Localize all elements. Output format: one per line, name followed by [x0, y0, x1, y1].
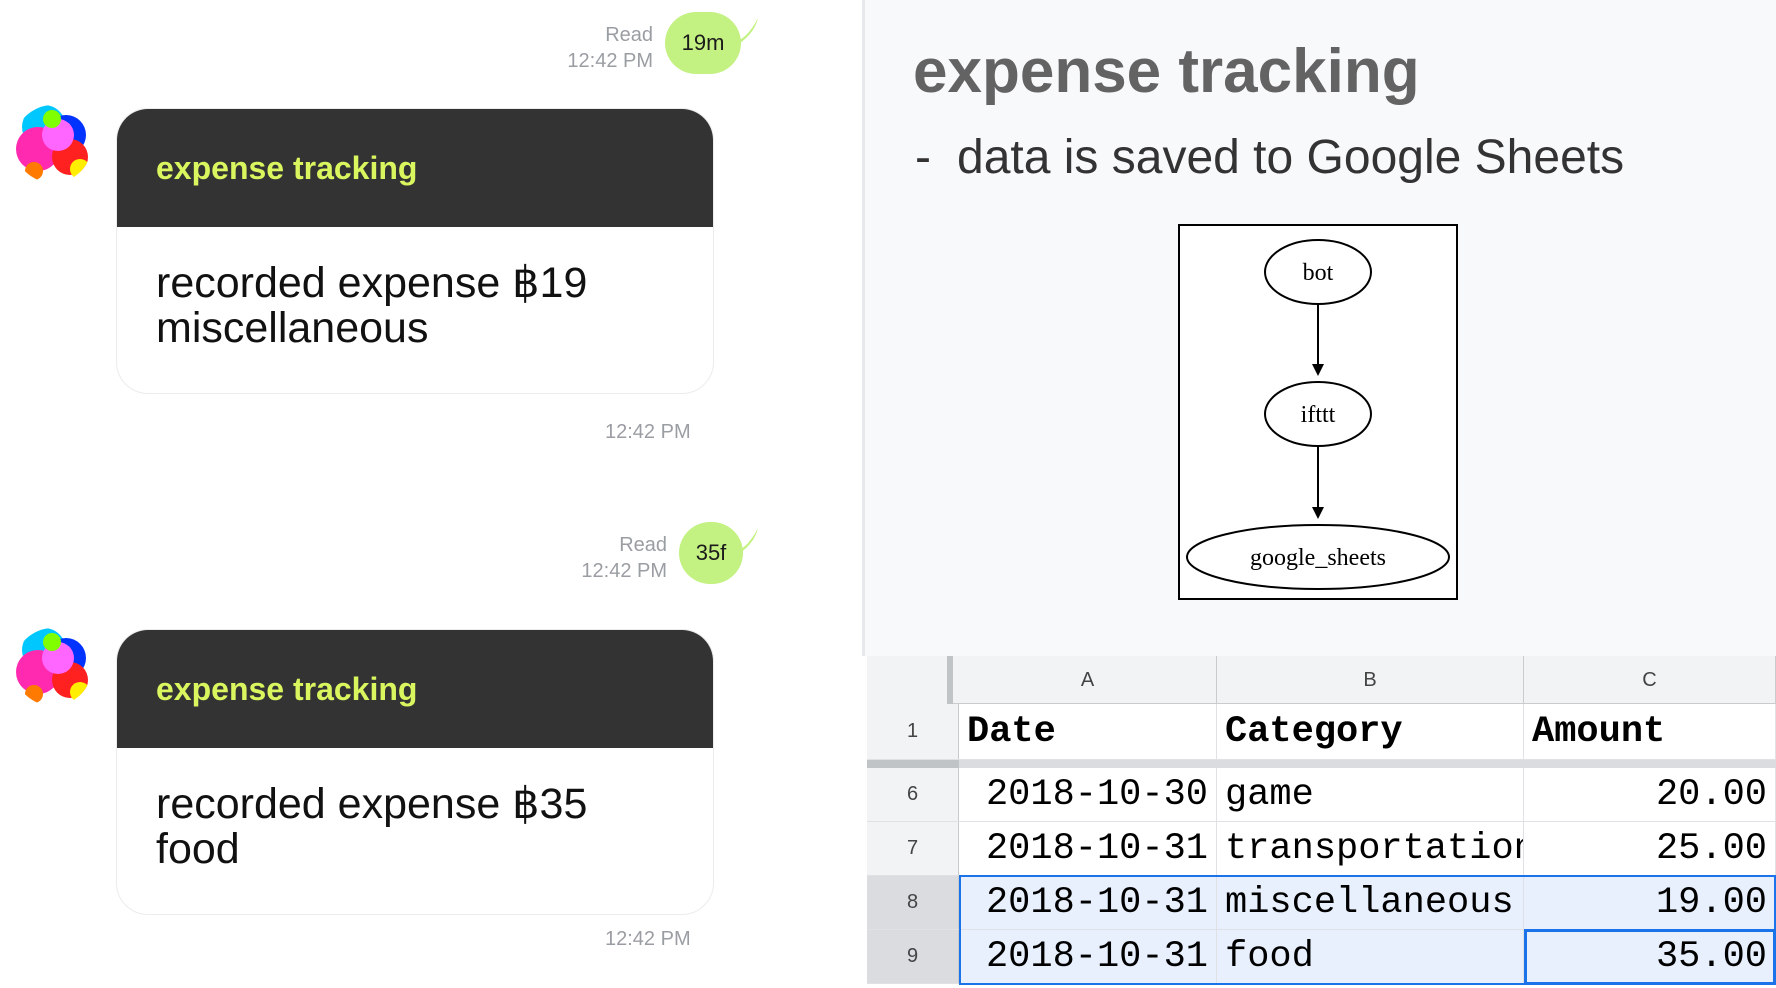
cell[interactable]: Date [959, 704, 1217, 759]
cell[interactable]: transportation [1217, 822, 1524, 875]
cell[interactable]: Category [1217, 704, 1524, 759]
node-label: ifttt [1301, 402, 1336, 428]
cell[interactable]: 2018-10-31 [959, 876, 1217, 929]
message-time: 12:42 PM [605, 421, 691, 443]
cell[interactable]: 20.00 [1524, 768, 1776, 821]
spreadsheet: A B C 1 Date Category Amount 6 2018-10-3… [867, 656, 1776, 988]
cell[interactable]: Amount [1524, 704, 1776, 759]
bubble-tail-icon [728, 18, 758, 48]
row-number[interactable]: 6 [867, 768, 959, 821]
avatar-icon [14, 628, 92, 706]
card-title: expense tracking [156, 149, 418, 186]
table-row: 9 2018-10-31 food 35.00 [867, 930, 1776, 984]
bubble-tail-icon [728, 528, 758, 558]
cell[interactable]: 2018-10-30 [959, 768, 1217, 821]
message-time: 12:42 PM [581, 560, 667, 582]
cell[interactable]: 25.00 [1524, 822, 1776, 875]
card-line: recorded expense ฿19 [156, 259, 588, 307]
message-meta: Read 12:42 PM [560, 22, 653, 74]
row-number[interactable]: 7 [867, 822, 959, 875]
card-body: recorded expense ฿35 food [117, 748, 713, 872]
cell[interactable]: 19.00 [1524, 876, 1776, 929]
table-row: 8 2018-10-31 miscellaneous 19.00 [867, 876, 1776, 930]
slide-bullet: data is saved to Google Sheets [957, 131, 1625, 184]
card-line: recorded expense ฿35 [156, 780, 588, 828]
card-title: expense tracking [156, 670, 418, 707]
table-row: 1 Date Category Amount [867, 704, 1776, 760]
card-line: miscellaneous [156, 304, 429, 352]
message-time: 12:42 PM [567, 50, 653, 72]
flow-diagram: bot ifttt google_sheets [1178, 224, 1458, 600]
freeze-bar[interactable] [867, 760, 959, 768]
sent-text: 35f [695, 540, 727, 565]
chat-panel: Read 12:42 PM 19m expense tracking recor… [0, 0, 862, 988]
cell[interactable]: 2018-10-31 [959, 822, 1217, 875]
bot-avatar[interactable] [14, 628, 92, 706]
row-number[interactable]: 9 [867, 930, 959, 983]
expense-card[interactable]: expense tracking recorded expense ฿19 mi… [116, 108, 714, 394]
read-status: Read [619, 534, 667, 556]
node-label: bot [1303, 260, 1334, 286]
node-label: google_sheets [1250, 545, 1386, 571]
select-all-corner[interactable] [867, 656, 953, 704]
table-row: 7 2018-10-31 transportation 25.00 [867, 822, 1776, 876]
cell[interactable]: 35.00 [1524, 930, 1776, 983]
cell[interactable]: miscellaneous [1217, 876, 1524, 929]
cell[interactable]: 2018-10-31 [959, 930, 1217, 983]
bot-avatar[interactable] [14, 105, 92, 183]
message-meta: Read 12:42 PM [574, 532, 667, 584]
bullet-marker: - [915, 131, 931, 184]
card-header: expense tracking [117, 109, 713, 227]
slide-title: expense tracking [913, 37, 1420, 106]
row-number[interactable]: 1 [867, 704, 959, 759]
sent-text: 19m [681, 30, 725, 55]
card-header: expense tracking [117, 630, 713, 748]
avatar-icon [14, 105, 92, 183]
read-status: Read [605, 24, 653, 46]
card-body: recorded expense ฿19 miscellaneous [117, 227, 713, 351]
column-header-row: A B C [867, 656, 1776, 704]
expense-card[interactable]: expense tracking recorded expense ฿35 fo… [116, 629, 714, 915]
column-header-b[interactable]: B [1217, 656, 1524, 704]
freeze-bar[interactable] [959, 760, 1776, 768]
row-number[interactable]: 8 [867, 876, 959, 929]
table-row: 6 2018-10-30 game 20.00 [867, 768, 1776, 822]
column-header-a[interactable]: A [959, 656, 1217, 704]
cell[interactable]: food [1217, 930, 1524, 983]
message-time: 12:42 PM [605, 928, 691, 950]
column-header-c[interactable]: C [1524, 656, 1776, 704]
card-line: food [156, 825, 240, 873]
slide-panel: expense tracking - data is saved to Goog… [862, 0, 1776, 656]
cell[interactable]: game [1217, 768, 1524, 821]
